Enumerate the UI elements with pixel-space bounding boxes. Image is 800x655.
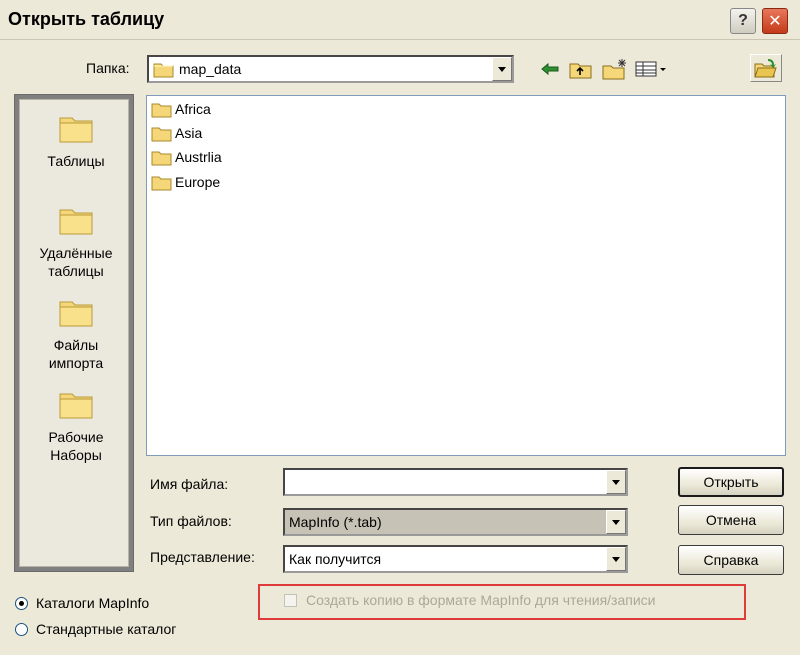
- file-name: Asia: [175, 125, 203, 141]
- place-remote-tables[interactable]: Удалённые таблицы: [20, 204, 132, 280]
- up-folder-button[interactable]: [568, 58, 594, 80]
- back-arrow-icon: [541, 62, 559, 76]
- copy-format-checkbox-row[interactable]: Создать копию в формате MapInfo для чтен…: [284, 592, 655, 608]
- help-button[interactable]: Справка: [678, 545, 784, 575]
- filetype-combo[interactable]: MapInfo (*.tab): [283, 508, 628, 536]
- back-button[interactable]: [538, 58, 562, 80]
- radio-button[interactable]: [15, 596, 28, 610]
- filetype-label: Тип файлов:: [150, 513, 232, 529]
- open-button[interactable]: Открыть: [678, 467, 784, 497]
- file-name: Europe: [175, 174, 221, 190]
- radio-standard-catalogs[interactable]: Стандартные каталог: [15, 621, 176, 637]
- place-label-line2: таблицы: [48, 263, 104, 279]
- radio-label: Каталоги MapInfo: [36, 595, 150, 611]
- place-label-line2: импорта: [48, 355, 104, 371]
- filetype-dropdown-arrow[interactable]: [606, 510, 626, 534]
- place-workspaces[interactable]: Рабочие Наборы: [20, 388, 132, 464]
- copy-format-checkbox[interactable]: [284, 593, 297, 607]
- chevron-down-icon: [612, 556, 620, 562]
- file-name: Africa: [175, 101, 211, 117]
- place-label: Рабочие: [48, 429, 104, 445]
- help-icon: ?: [738, 12, 748, 29]
- open-folder-arrow-icon: [754, 59, 777, 78]
- list-item[interactable]: Africa: [151, 98, 211, 120]
- chevron-down-icon: [612, 479, 620, 485]
- folder-icon: [151, 103, 172, 117]
- new-folder-icon: [602, 59, 626, 80]
- folder-icon: [151, 151, 172, 165]
- places-inner: Таблицы Удалённые таблицы Файлы импорта …: [19, 99, 129, 567]
- open-folder-tool-button[interactable]: [750, 54, 782, 82]
- up-folder-icon: [569, 63, 592, 79]
- radio-mapinfo-catalogs[interactable]: Каталоги MapInfo: [15, 595, 149, 611]
- filetype-value: MapInfo (*.tab): [289, 514, 382, 530]
- list-item[interactable]: Asia: [151, 122, 202, 144]
- help-title-button[interactable]: ?: [730, 8, 756, 34]
- details-view-icon: [635, 61, 666, 77]
- folder-icon: [59, 209, 93, 235]
- new-folder-button[interactable]: [601, 58, 629, 80]
- close-button[interactable]: ✕: [762, 8, 788, 34]
- copy-format-label: Создать копию в формате MapInfo для чтен…: [306, 592, 656, 608]
- view-dropdown-arrow[interactable]: [606, 547, 626, 571]
- window-title: Открыть таблицу: [8, 9, 165, 29]
- place-label: Файлы: [53, 337, 99, 353]
- filename-dropdown-arrow[interactable]: [606, 470, 626, 494]
- view-label: Представление:: [150, 549, 255, 565]
- places-bar: Таблицы Удалённые таблицы Файлы импорта …: [14, 94, 134, 572]
- radio-selected-dot: [19, 600, 24, 606]
- folder-icon: [149, 60, 175, 78]
- folder-value: map_data: [179, 61, 242, 77]
- folder-icon: [59, 117, 93, 143]
- folder-icon: [59, 393, 93, 419]
- chevron-down-icon: [498, 66, 506, 72]
- place-label: Таблицы: [47, 153, 105, 169]
- place-tables[interactable]: Таблицы: [20, 112, 132, 170]
- place-import-files[interactable]: Файлы импорта: [20, 296, 132, 372]
- filename-label: Имя файла:: [150, 476, 229, 492]
- place-label-line2: Наборы: [50, 447, 102, 463]
- folder-icon: [59, 301, 93, 327]
- folder-combo[interactable]: map_data: [147, 55, 514, 83]
- radio-label: Стандартные каталог: [36, 621, 177, 637]
- chevron-down-icon: [612, 519, 620, 525]
- view-menu-button[interactable]: [634, 58, 670, 80]
- list-item[interactable]: Austrlia: [151, 146, 222, 168]
- place-label: Удалённые: [39, 245, 113, 261]
- folder-label: Папка:: [86, 60, 130, 76]
- list-item[interactable]: Europe: [151, 171, 220, 193]
- file-name: Austrlia: [175, 149, 222, 165]
- file-list[interactable]: Africa Asia Austrlia Europe: [146, 95, 786, 456]
- folder-icon: [151, 127, 172, 141]
- radio-button[interactable]: [15, 622, 28, 636]
- folder-dropdown-arrow[interactable]: [492, 57, 512, 81]
- cancel-button[interactable]: Отмена: [678, 505, 784, 535]
- close-icon: ✕: [768, 13, 782, 30]
- filename-combo[interactable]: [283, 468, 628, 496]
- title-bar: Открыть таблицу ? ✕: [0, 0, 800, 40]
- view-value: Как получится: [289, 551, 382, 567]
- view-combo[interactable]: Как получится: [283, 545, 628, 573]
- folder-icon: [151, 176, 172, 190]
